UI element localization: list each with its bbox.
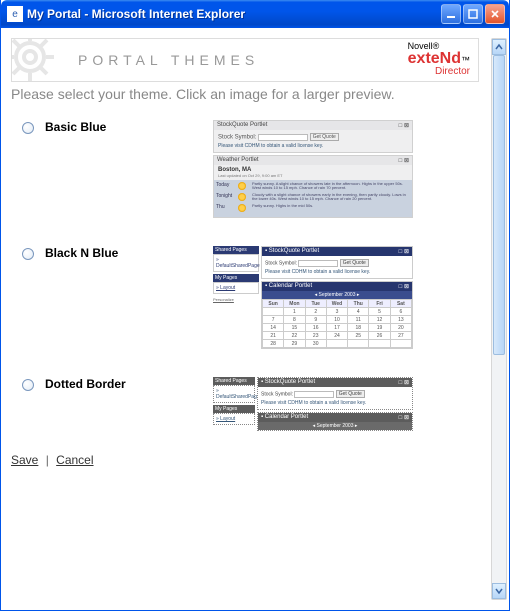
portlet-controls-icon: □ ⊠ [399, 248, 409, 255]
banner-title: PORTAL THEMES [78, 52, 259, 68]
get-quote-button: Get Quote [310, 133, 339, 141]
theme-label: Dotted Border [45, 377, 213, 391]
sun-icon [238, 204, 246, 212]
ie-icon: e [7, 6, 23, 22]
get-quote-button: Get Quote [340, 259, 369, 267]
portlet-controls-icon: □ ⊠ [399, 122, 409, 129]
brand-extend: exteNd [408, 50, 461, 67]
theme-preview-dotted-border[interactable]: Shared Pages » DefaultSharedPage My Page… [213, 377, 413, 433]
portlet-controls-icon: □ ⊠ [399, 414, 409, 421]
calendar-grid: SunMonTueWedThuFriSat 123456 78910111213… [262, 299, 412, 348]
minimize-icon [446, 9, 456, 19]
calendar-next-icon: ▸ [353, 423, 357, 429]
scroll-thumb[interactable] [493, 55, 505, 355]
app-window: e My Portal - Microsoft Internet Explore… [0, 0, 510, 611]
portlet-controls-icon: □ ⊠ [399, 157, 409, 164]
theme-option-black-n-blue: Black N Blue Shared Pages » DefaultShare… [11, 246, 483, 351]
stock-input [258, 134, 308, 141]
sun-icon [238, 193, 246, 201]
client-area: PORTAL THEMES Novell® exteNd™ Director P… [1, 28, 509, 610]
separator: | [46, 453, 49, 467]
calendar-next-icon: ▸ [355, 292, 359, 298]
close-button[interactable] [485, 4, 505, 24]
portlet-controls-icon: □ ⊠ [399, 283, 409, 290]
sun-icon [238, 182, 246, 190]
theme-preview-basic-blue[interactable]: StockQuote Portlet□ ⊠ Stock Symbol: Get … [213, 120, 413, 218]
theme-label: Basic Blue [45, 120, 213, 134]
maximize-button[interactable] [463, 4, 483, 24]
theme-radio-basic-blue[interactable] [22, 122, 34, 134]
gear-icon [11, 38, 58, 82]
theme-label: Black N Blue [45, 246, 213, 260]
page-banner: PORTAL THEMES Novell® exteNd™ Director [11, 38, 479, 82]
stock-input [294, 391, 334, 398]
scroll-down-button[interactable] [492, 583, 506, 599]
window-title: My Portal - Microsoft Internet Explorer [27, 7, 441, 21]
get-quote-button: Get Quote [336, 390, 365, 398]
theme-option-dotted-border: Dotted Border Shared Pages » DefaultShar… [11, 377, 483, 433]
chevron-up-icon [495, 43, 503, 51]
chevron-down-icon [495, 587, 503, 595]
save-link[interactable]: Save [11, 453, 38, 467]
minimize-button[interactable] [441, 4, 461, 24]
intro-text: Please select your theme. Click an image… [11, 86, 483, 102]
action-bar: Save | Cancel [11, 453, 483, 467]
theme-preview-black-n-blue[interactable]: Shared Pages » DefaultSharedPage My Page… [213, 246, 413, 351]
theme-option-basic-blue: Basic Blue StockQuote Portlet□ ⊠ Stock S… [11, 120, 483, 220]
maximize-icon [468, 9, 478, 19]
scroll-track[interactable] [492, 55, 506, 583]
portlet-controls-icon: □ ⊠ [399, 379, 409, 386]
stock-input [298, 260, 338, 267]
theme-radio-black-n-blue[interactable] [22, 248, 34, 260]
vertical-scrollbar[interactable] [491, 38, 507, 600]
scroll-up-button[interactable] [492, 39, 506, 55]
brand-director: Director [408, 67, 470, 77]
brand-logo: Novell® exteNd™ Director [408, 42, 470, 77]
cancel-link[interactable]: Cancel [56, 453, 93, 467]
close-icon [490, 9, 500, 19]
theme-radio-dotted-border[interactable] [22, 379, 34, 391]
window-controls [441, 4, 505, 24]
titlebar: e My Portal - Microsoft Internet Explore… [1, 0, 509, 28]
